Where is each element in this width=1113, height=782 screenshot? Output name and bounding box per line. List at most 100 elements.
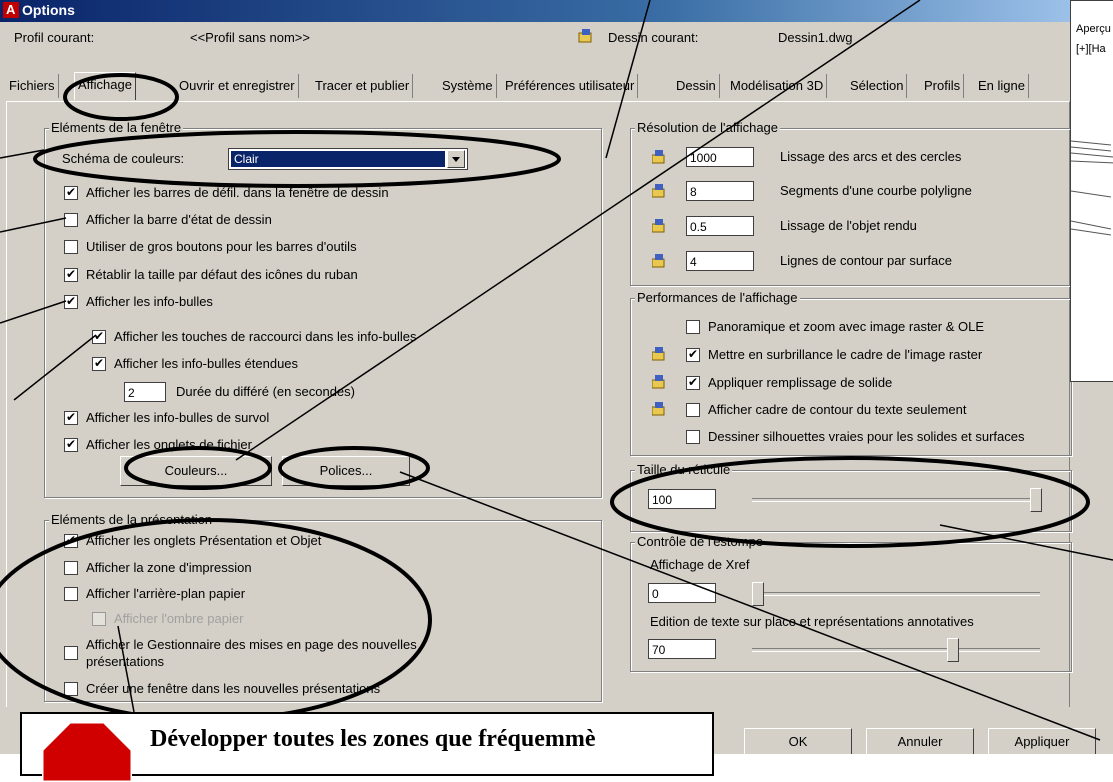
option-shortcut-tooltips-label: Afficher les touches de raccourci dans l… bbox=[114, 329, 417, 344]
polyline-segments-input[interactable]: 8 bbox=[686, 181, 754, 201]
color-scheme-dropdown[interactable]: Clair bbox=[228, 148, 468, 170]
drawing-setting-icon bbox=[652, 219, 665, 233]
color-scheme-value: Clair bbox=[231, 151, 445, 167]
autocad-app-icon: A bbox=[3, 2, 19, 18]
checkbox-file-tabs[interactable]: ✔ bbox=[64, 438, 78, 452]
drawing-label: Dessin courant: bbox=[608, 30, 699, 45]
tab-profils[interactable]: Profils bbox=[921, 74, 965, 98]
option-highlight-raster-frame-label: Mettre en surbrillance le cadre de l'ima… bbox=[708, 347, 983, 362]
profile-label: Profil courant: bbox=[14, 30, 95, 45]
tab-tracer-publier[interactable]: Tracer et publier bbox=[312, 74, 414, 98]
chevron-down-icon bbox=[452, 157, 460, 162]
option-large-buttons-label: Utiliser de gros boutons pour les barres… bbox=[86, 239, 357, 254]
arc-smoothness-label: Lissage des arcs et des cercles bbox=[780, 149, 962, 164]
tab-dessin[interactable]: Dessin bbox=[673, 74, 720, 98]
preview-label: Aperçu bbox=[1076, 23, 1111, 35]
checkbox-hover-tooltips[interactable]: ✔ bbox=[64, 411, 78, 425]
preview-viewport-label: [+][Ha bbox=[1076, 43, 1106, 55]
option-scrollbars-label: Afficher les barres de défil. dans la fe… bbox=[86, 185, 389, 200]
checkbox-shortcut-tooltips[interactable]: ✔ bbox=[92, 330, 106, 344]
checkbox-text-boundary[interactable] bbox=[686, 403, 700, 417]
option-ribbon-icons-label: Rétablir la taille par défaut des icônes… bbox=[86, 267, 358, 282]
preview-window: Aperçu [+][Ha bbox=[1070, 0, 1113, 382]
drawing-value: Dessin1.dwg bbox=[778, 30, 853, 45]
checkbox-extended-tooltips[interactable]: ✔ bbox=[92, 357, 106, 371]
checkbox-page-setup-manager[interactable] bbox=[64, 646, 78, 660]
layout-elements-heading: Eléments de la présentation bbox=[49, 512, 215, 527]
checkbox-pan-zoom-raster[interactable] bbox=[686, 320, 700, 334]
options-dialog: A Options Profil courant: <<Profil sans … bbox=[0, 0, 1113, 754]
rendered-smoothness-input[interactable]: 0.5 bbox=[686, 216, 754, 236]
checkbox-scrollbars[interactable]: ✔ bbox=[64, 186, 78, 200]
checkbox-ribbon-icons[interactable]: ✔ bbox=[64, 268, 78, 282]
fonts-button[interactable]: Polices... bbox=[282, 456, 410, 486]
polyline-segments-label: Segments d'une courbe polyligne bbox=[780, 183, 972, 198]
drawing-setting-icon bbox=[652, 254, 665, 268]
text-fade-label: Edition de texte sur place et représenta… bbox=[650, 614, 974, 629]
tab-fichiers[interactable]: Fichiers bbox=[6, 74, 59, 98]
xref-fade-input[interactable]: 0 bbox=[648, 583, 716, 603]
text-fade-slider[interactable] bbox=[947, 638, 959, 662]
checkbox-create-viewport[interactable] bbox=[64, 682, 78, 696]
option-paper-shadow-label: Afficher l'ombre papier bbox=[114, 611, 244, 626]
checkbox-layout-tabs[interactable]: ✔ bbox=[64, 534, 78, 548]
checkbox-solid-fill[interactable]: ✔ bbox=[686, 376, 700, 390]
dropdown-arrow-button[interactable] bbox=[447, 150, 465, 168]
window-title: Options bbox=[22, 2, 75, 18]
profile-value: <<Profil sans nom>> bbox=[190, 30, 310, 45]
option-text-boundary-label: Afficher cadre de contour du texte seule… bbox=[708, 402, 967, 417]
checkbox-tooltips[interactable]: ✔ bbox=[64, 295, 78, 309]
checkbox-status-bar[interactable] bbox=[64, 213, 78, 227]
drawing-setting-icon bbox=[652, 184, 665, 198]
checkbox-paper-shadow[interactable] bbox=[92, 612, 106, 626]
option-file-tabs-label: Afficher les onglets de fichier bbox=[86, 437, 252, 452]
cancel-button[interactable]: Annuler bbox=[866, 728, 974, 754]
arc-smoothness-input[interactable]: 1000 bbox=[686, 147, 754, 167]
window-elements-heading: Eléments de la fenêtre bbox=[49, 120, 184, 135]
tab-bar: Fichiers Affichage Ouvrir et enregistrer… bbox=[6, 72, 1066, 102]
colors-button[interactable]: Couleurs... bbox=[120, 456, 272, 486]
checkbox-highlight-raster-frame[interactable]: ✔ bbox=[686, 348, 700, 362]
option-page-setup-manager-label-line2: présentations bbox=[86, 654, 165, 669]
crosshair-size-slider[interactable] bbox=[1030, 488, 1042, 512]
apply-button[interactable]: Appliquer bbox=[988, 728, 1096, 754]
drawing-setting-icon bbox=[652, 150, 665, 164]
contour-lines-input[interactable]: 4 bbox=[686, 251, 754, 271]
text-fade-input[interactable]: 70 bbox=[648, 639, 716, 659]
option-tooltips-label: Afficher les info-bulles bbox=[86, 294, 213, 309]
tab-affichage[interactable]: Affichage bbox=[74, 72, 136, 100]
option-create-viewport-label: Créer une fenêtre dans les nouvelles pré… bbox=[86, 681, 381, 696]
drawing-setting-icon bbox=[652, 347, 665, 361]
title-bar: A Options bbox=[0, 0, 1113, 22]
xref-fade-label: Affichage de Xref bbox=[650, 557, 750, 572]
callout-text: Développer toutes les zones que fréquemm… bbox=[150, 726, 596, 752]
tab-systeme[interactable]: Système bbox=[439, 74, 497, 98]
display-performance-heading: Performances de l'affichage bbox=[635, 290, 800, 305]
checkbox-large-buttons[interactable] bbox=[64, 240, 78, 254]
xref-fade-slider[interactable] bbox=[752, 582, 764, 606]
option-pan-zoom-raster-label: Panoramique et zoom avec image raster & … bbox=[708, 319, 985, 334]
checkbox-paper-background[interactable] bbox=[64, 587, 78, 601]
xref-fade-track bbox=[752, 592, 1040, 596]
tab-selection[interactable]: Sélection bbox=[847, 74, 908, 98]
text-fade-track bbox=[752, 648, 1040, 652]
checkbox-print-area[interactable] bbox=[64, 561, 78, 575]
display-resolution-heading: Résolution de l'affichage bbox=[635, 120, 781, 135]
option-solid-fill-label: Appliquer remplissage de solide bbox=[708, 375, 893, 390]
crosshair-size-track bbox=[752, 498, 1040, 502]
contour-lines-label: Lignes de contour par surface bbox=[780, 253, 952, 268]
tab-ouvrir-enregistrer[interactable]: Ouvrir et enregistrer bbox=[176, 74, 299, 98]
checkbox-true-silhouettes[interactable] bbox=[686, 430, 700, 444]
option-print-area-label: Afficher la zone d'impression bbox=[86, 560, 252, 575]
preview-wireframe bbox=[1071, 140, 1113, 236]
tab-preferences-utilisateur[interactable]: Préférences utilisateur bbox=[502, 74, 639, 98]
callout-box: Développer toutes les zones que fréquemm… bbox=[20, 712, 714, 782]
rendered-smoothness-label: Lissage de l'objet rendu bbox=[780, 218, 917, 233]
ok-button[interactable]: OK bbox=[744, 728, 852, 754]
tab-modelisation-3d[interactable]: Modélisation 3D bbox=[727, 74, 828, 98]
option-extended-tooltips-label: Afficher les info-bulles étendues bbox=[114, 356, 299, 371]
option-layout-tabs-label: Afficher les onglets Présentation et Obj… bbox=[86, 533, 322, 548]
crosshair-size-input[interactable]: 100 bbox=[648, 489, 716, 509]
tab-en-ligne[interactable]: En ligne bbox=[975, 74, 1029, 98]
tooltip-delay-input[interactable]: 2 bbox=[124, 382, 166, 402]
